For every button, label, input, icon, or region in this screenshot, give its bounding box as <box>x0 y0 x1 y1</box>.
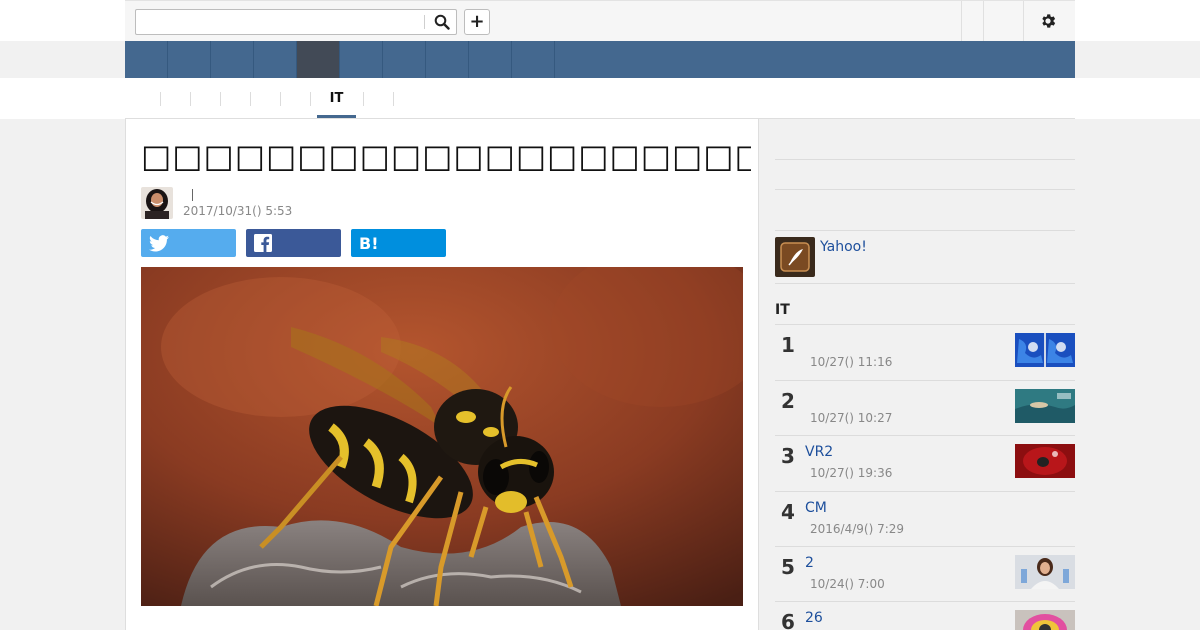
rank-thumbnail[interactable] <box>1015 555 1075 589</box>
sidebar-divider <box>775 189 1075 190</box>
subnav-item[interactable] <box>160 92 161 106</box>
search-box <box>135 9 457 35</box>
sub-nav: IT <box>0 78 1200 119</box>
author-divider <box>192 189 193 201</box>
rank-number: 3 <box>781 444 795 468</box>
nav-item-active[interactable] <box>297 41 340 78</box>
gear-icon <box>1042 14 1056 28</box>
hatena-bookmark-button[interactable]: B! <box>351 229 446 257</box>
search-input[interactable] <box>136 10 424 34</box>
rank-date: 10/27() 10:27 <box>810 411 893 425</box>
article: □□□□□□□□□□□□□□□□□□□□□□□□□□ 2017/10/31() … <box>125 118 759 630</box>
subnav-item[interactable] <box>190 92 191 106</box>
top-utility-bar: + <box>125 0 1075 41</box>
search-icon <box>434 14 450 30</box>
facebook-share-button[interactable] <box>246 229 341 257</box>
rank-title[interactable]: 26 <box>805 610 823 626</box>
rank-thumbnail[interactable] <box>1015 444 1075 478</box>
utility-divider <box>961 1 962 41</box>
nav-item[interactable] <box>211 41 254 78</box>
search-divider <box>424 15 425 29</box>
ranking-item[interactable]: 1 10/27() 11:16 <box>775 324 1075 379</box>
quill-icon[interactable] <box>775 237 815 277</box>
rank-number: 1 <box>781 333 795 357</box>
promo-link[interactable]: Yahoo! <box>820 239 867 255</box>
nav-item[interactable] <box>168 41 211 78</box>
subnav-item[interactable] <box>220 92 221 106</box>
ranking-heading: IT <box>775 302 790 318</box>
subnav-tab-it[interactable]: IT <box>317 78 356 119</box>
rank-date: 10/27() 11:16 <box>810 355 893 369</box>
rank-date: 2016/4/9() 7:29 <box>810 522 905 536</box>
article-title: □□□□□□□□□□□□□□□□□□□□□□□□□□ <box>141 137 751 175</box>
rank-number: 4 <box>781 500 795 524</box>
top-bar: + <box>0 0 1200 41</box>
rank-number: 6 <box>781 610 795 630</box>
subnav-item[interactable] <box>250 92 251 106</box>
nav-item[interactable] <box>340 41 383 78</box>
utility-divider <box>983 1 984 41</box>
ranking-item[interactable]: 2 10/27() 10:27 <box>775 380 1075 435</box>
nav-item[interactable] <box>426 41 469 78</box>
rank-number: 5 <box>781 555 795 579</box>
sidebar-divider <box>775 230 1075 231</box>
rank-date: 10/27() 19:36 <box>810 466 893 480</box>
rank-title[interactable]: 2 <box>805 555 814 571</box>
utility-divider <box>1023 1 1024 41</box>
main-nav <box>125 41 1075 78</box>
ranking-item[interactable]: 6 26 <box>775 601 1075 630</box>
rank-title[interactable]: CM <box>805 500 827 516</box>
twitter-share-button[interactable] <box>141 229 236 257</box>
article-photo-wasp <box>141 267 743 606</box>
ranking-item[interactable]: 4 CM 2016/4/9() 7:29 <box>775 491 1075 546</box>
rank-thumbnail[interactable] <box>1015 610 1075 630</box>
subnav-item[interactable] <box>393 92 394 106</box>
rank-number: 2 <box>781 389 795 413</box>
nav-item[interactable] <box>512 41 555 78</box>
nav-item[interactable] <box>469 41 512 78</box>
hatena-icon: B! <box>359 233 379 253</box>
facebook-icon <box>254 234 272 252</box>
subnav-item[interactable] <box>280 92 281 106</box>
subnav-divider <box>310 92 311 106</box>
plus-icon: + <box>469 11 485 32</box>
twitter-icon <box>149 234 169 251</box>
rank-thumbnail[interactable] <box>1015 333 1075 367</box>
nav-item[interactable] <box>125 41 168 78</box>
sidebar-divider <box>775 159 1075 160</box>
nav-item[interactable] <box>383 41 426 78</box>
search-button[interactable] <box>428 11 456 33</box>
rank-title[interactable]: VR2 <box>805 444 833 460</box>
settings-button[interactable] <box>1037 11 1059 31</box>
sidebar-divider <box>775 283 1075 284</box>
subnav-item[interactable] <box>363 92 364 106</box>
sidebar: Yahoo! IT 1 10/27() 11:16 2 10/27() 10:2… <box>775 118 1075 630</box>
add-button[interactable]: + <box>464 9 490 35</box>
ranking-item[interactable]: 5 2 10/24() 7:00 <box>775 546 1075 601</box>
article-date: 2017/10/31() 5:53 <box>183 204 293 218</box>
ranking-item[interactable]: 3 VR2 10/27() 19:36 <box>775 435 1075 490</box>
author-avatar[interactable] <box>141 187 173 219</box>
nav-item[interactable] <box>254 41 297 78</box>
rank-thumbnail[interactable] <box>1015 389 1075 423</box>
rank-date: 10/24() 7:00 <box>810 577 885 591</box>
